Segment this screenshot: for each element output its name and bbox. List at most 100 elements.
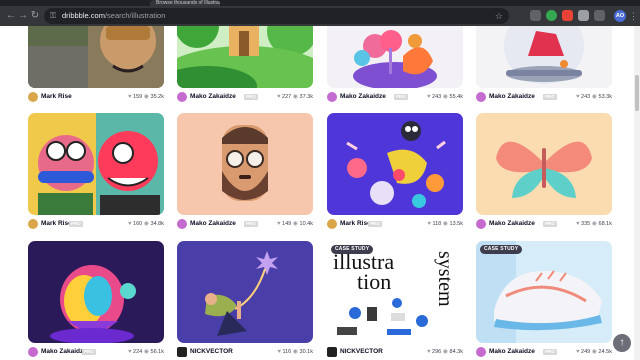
- shot-thumbnail[interactable]: [177, 113, 313, 215]
- avatar[interactable]: [28, 347, 38, 357]
- like-count: 159: [133, 94, 143, 100]
- shot-thumbnail[interactable]: [28, 241, 164, 343]
- profile-avatar[interactable]: AO: [614, 10, 626, 22]
- view-count: 84.3k: [449, 349, 463, 355]
- browser-chrome: Browse thousands of Illustration ← → ↻ ⚿…: [0, 0, 640, 26]
- extension-puzzle-icon[interactable]: [578, 10, 589, 21]
- eye-icon: ◉: [292, 94, 298, 100]
- shot-meta: Mark Rise ♥ 159 ◉ 35.2k: [28, 91, 164, 103]
- avatar[interactable]: [327, 219, 337, 229]
- extension-icon[interactable]: [530, 10, 541, 21]
- author-name[interactable]: NICKVECTOR: [340, 346, 383, 358]
- eye-icon: ◉: [292, 221, 298, 227]
- shot-stats: ♥ 296 ◉ 84.3k: [427, 346, 463, 358]
- view-count: 53.3k: [598, 94, 612, 100]
- shot-thumbnail[interactable]: [28, 26, 164, 88]
- view-count: 10.4k: [299, 221, 313, 227]
- shot-stats: ♥ 243 ◉ 55.4k: [427, 91, 463, 103]
- shot-thumbnail[interactable]: [177, 241, 313, 343]
- shot-thumbnail[interactable]: [327, 26, 463, 88]
- extension-red-icon[interactable]: [562, 10, 573, 21]
- eye-icon: ◉: [143, 221, 149, 227]
- address-bar[interactable]: ⚿ dribbble.com/search/illustration ☆: [44, 8, 509, 24]
- shot-thumbnail[interactable]: illustra tion system: [327, 241, 463, 343]
- shot-stats: ♥ 159 ◉ 35.2k: [128, 91, 164, 103]
- shot-meta: Mark Rise PRO ♥ 118 ◉ 13.5k: [327, 218, 463, 230]
- view-count: 34.8k: [150, 221, 164, 227]
- sidebar-toggle-icon[interactable]: [594, 10, 605, 21]
- shot-stats: ♥ 249 ◉ 24.5k: [576, 346, 612, 358]
- heart-icon[interactable]: ♥: [277, 349, 281, 355]
- author-name[interactable]: NICKVECTOR: [190, 346, 233, 358]
- shot-thumbnail[interactable]: [476, 113, 612, 215]
- case-study-badge: CASE STUDY: [331, 245, 374, 254]
- author-name[interactable]: Mako Zakaidze: [190, 91, 236, 103]
- avatar[interactable]: [327, 347, 337, 357]
- author-name[interactable]: Mako Zakaidze: [41, 346, 87, 358]
- browser-menu-icon[interactable]: ⋮: [629, 9, 638, 23]
- view-count: 55.4k: [449, 94, 463, 100]
- heart-icon[interactable]: ♥: [427, 349, 431, 355]
- like-count: 296: [432, 349, 442, 355]
- avatar[interactable]: [28, 92, 38, 102]
- heart-icon[interactable]: ♥: [427, 94, 431, 100]
- like-count: 249: [581, 349, 591, 355]
- shot-thumbnail[interactable]: [28, 113, 164, 215]
- avatar[interactable]: [177, 347, 187, 357]
- avatar[interactable]: [476, 347, 486, 357]
- avatar[interactable]: [476, 219, 486, 229]
- like-count: 116: [282, 349, 292, 355]
- avatar[interactable]: [177, 219, 187, 229]
- author-name[interactable]: Mako Zakaidze: [340, 91, 386, 103]
- pro-badge: PRO: [82, 349, 96, 355]
- shot-meta: Mako Zakaidze PRO ♥ 249 ◉ 24.5k: [476, 346, 612, 358]
- art-text-line-2: tion: [357, 269, 391, 294]
- shot-meta: NICKVECTOR ♥ 296 ◉ 84.3k: [327, 346, 463, 358]
- like-count: 243: [432, 94, 442, 100]
- view-count: 56.1k: [150, 349, 164, 355]
- shot-meta: Mako Zakaidze PRO ♥ 149 ◉ 10.4k: [177, 218, 313, 230]
- author-name[interactable]: Mako Zakaidze: [489, 91, 535, 103]
- reload-icon[interactable]: ↻: [28, 9, 42, 23]
- shot-thumbnail[interactable]: [476, 26, 612, 88]
- shot-meta: Mako Zakaidze PRO ♥ 335 ◉ 68.1k: [476, 218, 612, 230]
- shot-meta: Mako Zakaidze PRO ♥ 227 ◉ 37.3k: [177, 91, 313, 103]
- bookmark-star-icon[interactable]: ☆: [495, 8, 503, 24]
- author-name[interactable]: Mako Zakaidze: [190, 218, 236, 230]
- avatar[interactable]: [476, 92, 486, 102]
- heart-icon[interactable]: ♥: [576, 94, 580, 100]
- extension-green-icon[interactable]: [546, 10, 557, 21]
- shots-grid: Mark Rise ♥ 159 ◉ 35.2k Mako Zakaidze PR…: [0, 26, 634, 360]
- view-count: 68.1k: [598, 221, 612, 227]
- view-count: 35.2k: [150, 94, 164, 100]
- like-count: 224: [133, 349, 143, 355]
- heart-icon[interactable]: ♥: [576, 349, 580, 355]
- eye-icon: ◉: [143, 349, 149, 355]
- shot-thumbnail[interactable]: [327, 113, 463, 215]
- heart-icon[interactable]: ♥: [277, 94, 281, 100]
- heart-icon[interactable]: ♥: [576, 221, 580, 227]
- case-study-badge: CASE STUDY: [480, 245, 523, 254]
- shot-meta: Mark Rise PRO ♥ 160 ◉ 34.8k: [28, 218, 164, 230]
- author-name[interactable]: Mark Rise: [41, 91, 72, 103]
- scroll-to-top-button[interactable]: ↑: [613, 334, 631, 352]
- author-name[interactable]: Mark Rise: [41, 218, 72, 230]
- heart-icon[interactable]: ♥: [277, 221, 281, 227]
- author-name[interactable]: Mark Rise: [340, 218, 371, 230]
- shot-thumbnail[interactable]: [177, 26, 313, 88]
- heart-icon[interactable]: ♥: [427, 221, 431, 227]
- heart-icon[interactable]: ♥: [128, 349, 132, 355]
- heart-icon[interactable]: ♥: [128, 94, 132, 100]
- avatar[interactable]: [327, 92, 337, 102]
- eye-icon: ◉: [442, 94, 448, 100]
- author-name[interactable]: Mako Zakaidze: [489, 218, 535, 230]
- avatar[interactable]: [177, 92, 187, 102]
- avatar[interactable]: [28, 219, 38, 229]
- url-host: dribbble.com: [62, 11, 105, 20]
- pro-badge: PRO: [543, 94, 557, 100]
- shot-thumbnail[interactable]: [476, 241, 612, 343]
- like-count: 243: [581, 94, 591, 100]
- heart-icon[interactable]: ♥: [128, 221, 132, 227]
- author-name[interactable]: Mako Zakaidze: [489, 346, 535, 358]
- scrollbar-thumb[interactable]: [635, 75, 639, 111]
